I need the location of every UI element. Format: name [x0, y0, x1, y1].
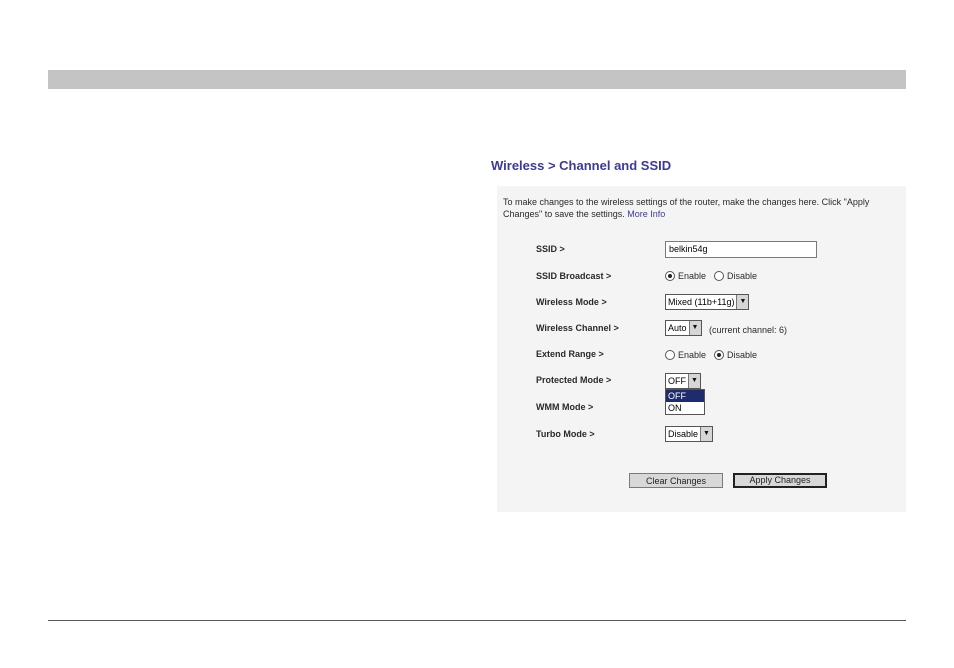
header-bar	[48, 70, 906, 89]
footer-divider	[48, 620, 906, 621]
wmm-mode-label: WMM Mode >	[536, 402, 594, 412]
current-channel-hint: (current channel: 6)	[709, 325, 788, 335]
ssid-input[interactable]: belkin54g	[665, 241, 817, 258]
page-title: Wireless > Channel and SSID	[491, 158, 672, 173]
protected-mode-option-on[interactable]: ON	[666, 402, 704, 414]
more-info-link[interactable]: More Info	[627, 209, 665, 219]
ssid-broadcast-disable-label: Disable	[727, 271, 758, 281]
chevron-down-icon: ▼	[688, 374, 700, 388]
chevron-down-icon: ▼	[700, 427, 713, 441]
settings-panel: Wireless > Channel and SSID To make chan…	[487, 150, 906, 512]
turbo-mode-label: Turbo Mode >	[536, 429, 595, 439]
chevron-down-icon: ▼	[688, 321, 701, 335]
ssid-broadcast-enable-label: Enable	[678, 271, 707, 281]
protected-mode-value: OFF	[668, 376, 686, 386]
clear-changes-button[interactable]: Clear Changes	[629, 473, 723, 488]
protected-mode-option-off[interactable]: OFF	[666, 390, 704, 402]
chevron-down-icon: ▼	[736, 295, 749, 309]
turbo-mode-select[interactable]: Disable ▼	[665, 426, 714, 442]
wireless-mode-label: Wireless Mode >	[536, 297, 607, 307]
ssid-broadcast-disable-radio[interactable]	[714, 271, 725, 281]
ssid-broadcast-radio-group: Enable Disable	[665, 271, 765, 281]
ssid-broadcast-enable-radio[interactable]	[665, 271, 675, 281]
wireless-mode-select[interactable]: Mixed (11b+11g) ▼	[665, 294, 750, 310]
extend-range-disable-label: Disable	[727, 350, 758, 360]
wireless-channel-label: Wireless Channel >	[536, 323, 619, 333]
extend-range-label: Extend Range >	[536, 349, 604, 359]
extend-range-enable-radio[interactable]	[665, 350, 675, 360]
protected-mode-dropdown-list: OFF ON	[665, 389, 705, 415]
intro-text: To make changes to the wireless settings…	[503, 196, 903, 220]
ssid-label: SSID >	[536, 244, 565, 254]
apply-changes-button[interactable]: Apply Changes	[733, 473, 827, 488]
wireless-channel-value: Auto	[668, 323, 687, 333]
extend-range-enable-label: Enable	[678, 350, 707, 360]
protected-mode-label: Protected Mode >	[536, 375, 612, 385]
wireless-mode-value: Mixed (11b+11g)	[668, 297, 735, 307]
protected-mode-select[interactable]: OFF ▼	[665, 373, 701, 389]
ssid-broadcast-label: SSID Broadcast >	[536, 271, 612, 281]
intro-sentence: To make changes to the wireless settings…	[503, 197, 870, 219]
extend-range-radio-group: Enable Disable	[665, 350, 765, 360]
turbo-mode-value: Disable	[668, 429, 699, 439]
extend-range-disable-radio[interactable]	[714, 350, 725, 360]
wireless-channel-select[interactable]: Auto ▼	[665, 320, 702, 336]
